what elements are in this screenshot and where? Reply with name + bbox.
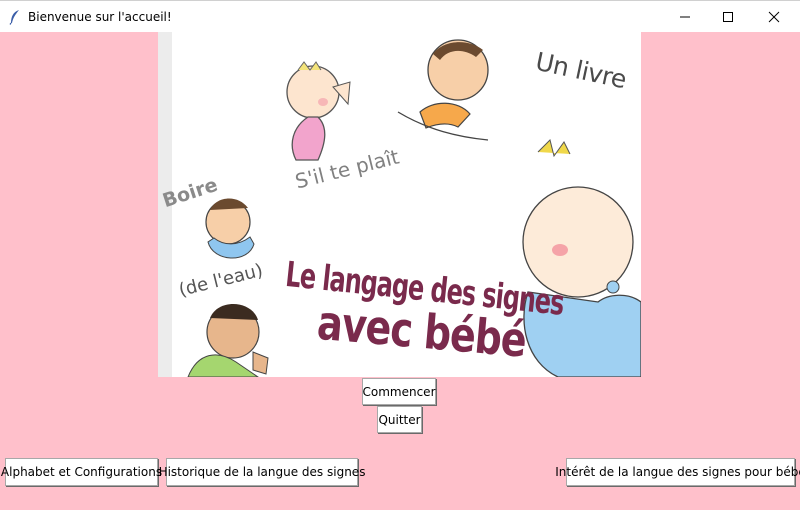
baby-blue-illustration (522, 139, 641, 377)
minimize-button[interactable] (662, 1, 708, 33)
baby-green-illustration (187, 303, 269, 377)
baby-interest-button[interactable]: Intérêt de la langue des signes pour béb… (555, 458, 800, 486)
alphabet-config-button[interactable]: Alphabet et Configurations (1, 458, 162, 486)
close-button[interactable] (751, 1, 797, 33)
quit-button[interactable]: Quitter (377, 406, 422, 433)
maximize-icon (723, 12, 733, 22)
baby-boy-illustration (397, 39, 489, 141)
baby-pink-illustration (286, 61, 351, 161)
title-bar[interactable]: Bienvenue sur l'accueil! (0, 0, 800, 32)
banner-image: Un livre S'il te plaît Boire (de l'eau) … (158, 32, 641, 377)
window-title: Bienvenue sur l'accueil! (28, 10, 172, 24)
history-button[interactable]: Historique de la langue des signes (159, 458, 365, 486)
maximize-button[interactable] (705, 1, 751, 33)
close-icon (768, 11, 780, 23)
baby-drinking-illustration (205, 198, 255, 259)
feather-icon (8, 9, 22, 25)
start-button[interactable]: Commencer (362, 378, 436, 405)
minimize-icon (680, 16, 690, 18)
